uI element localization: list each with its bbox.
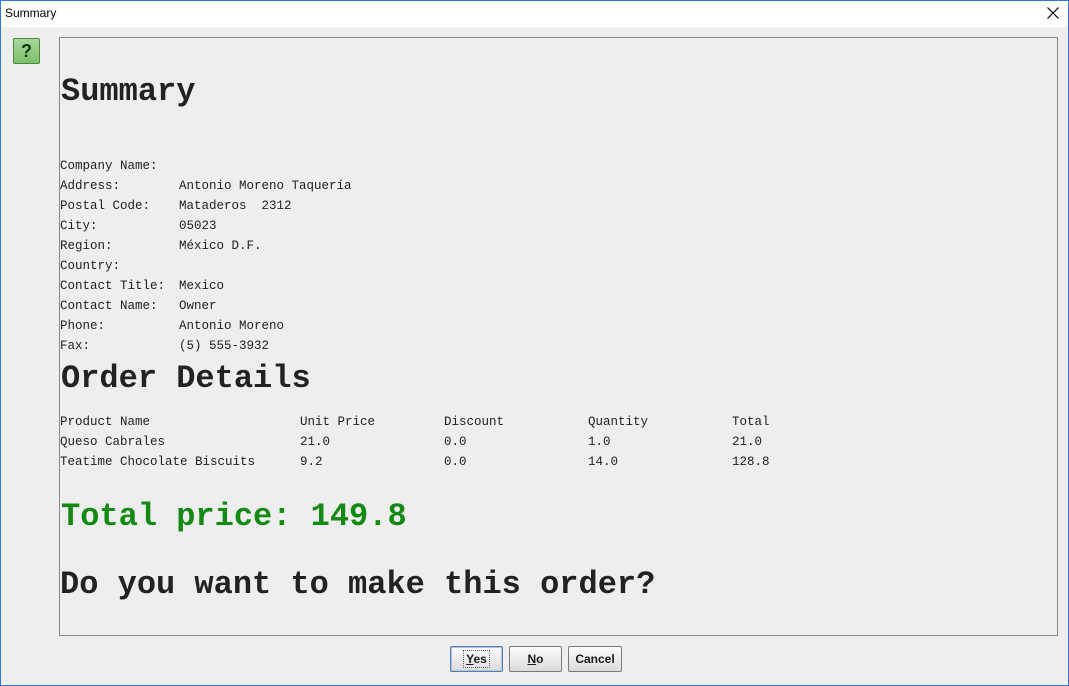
title-bar: Summary <box>1 1 1068 27</box>
info-row-company: Company Name: Antonio Moreno Taquería <box>60 136 352 193</box>
unit-price-cell: 21.0 <box>300 435 331 449</box>
info-row-phone: Phone: (5) 555-3932 <box>60 296 269 353</box>
table-row: Teatime Chocolate Biscuits 9.2 0.0 14.0 … <box>60 452 860 472</box>
cancel-button-label: Cancel <box>575 652 615 666</box>
customer-info: Company Name: Antonio Moreno Taquería Ad… <box>60 136 352 353</box>
order-details-heading: Order Details <box>61 360 311 397</box>
order-table-header: Product Name Unit Price Discount Quantit… <box>60 412 860 432</box>
summary-heading: Summary <box>61 73 196 110</box>
summary-content-panel: Summary Company Name: Antonio Moreno Taq… <box>59 37 1058 636</box>
info-value: Antonio Moreno Taquería <box>179 179 352 193</box>
info-value: (5) 555-3932 <box>179 339 270 353</box>
column-header: Product Name <box>60 415 151 429</box>
info-row-contact-name: Contact Name: Antonio Moreno <box>60 276 284 333</box>
info-value: Mataderos 2312 <box>179 199 292 213</box>
total-cell: 128.8 <box>732 455 770 469</box>
summary-dialog: Summary ? Summary Company Name: Antonio … <box>0 0 1069 686</box>
info-value: 05023 <box>179 219 217 233</box>
info-row-contact-title: Contact Title: Owner <box>60 256 217 313</box>
unit-price-cell: 9.2 <box>300 455 323 469</box>
info-row-fax: Fax: <box>60 316 120 353</box>
cancel-button[interactable]: Cancel <box>568 646 622 672</box>
column-header: Quantity <box>588 415 649 429</box>
info-row-city: City: México D.F. <box>60 196 262 253</box>
discount-cell: 0.0 <box>444 435 467 449</box>
close-button[interactable] <box>1038 1 1068 27</box>
info-row-address: Address: Mataderos 2312 <box>60 156 292 213</box>
order-table: Product Name Unit Price Discount Quantit… <box>60 412 860 472</box>
quantity-cell: 1.0 <box>588 435 611 449</box>
product-name-cell: Teatime Chocolate Biscuits <box>60 455 256 469</box>
window-title: Summary <box>5 6 57 20</box>
column-header: Total <box>732 415 770 429</box>
total-cell: 21.0 <box>732 435 763 449</box>
info-value: Owner <box>179 299 217 313</box>
column-header: Unit Price <box>300 415 376 429</box>
close-icon <box>1047 7 1059 19</box>
help-icon: ? <box>13 38 40 64</box>
yes-button-label: Yes <box>463 650 490 668</box>
quantity-cell: 14.0 <box>588 455 619 469</box>
discount-cell: 0.0 <box>444 455 467 469</box>
info-value: Mexico <box>179 279 225 293</box>
info-row-country: Country: Mexico <box>60 236 224 293</box>
yes-button[interactable]: Yes <box>450 646 503 672</box>
table-row: Queso Cabrales 21.0 0.0 1.0 21.0 <box>60 432 860 452</box>
no-button[interactable]: No <box>509 646 562 672</box>
total-price: Total price: 149.8 <box>61 498 407 535</box>
info-label: Fax: <box>60 339 91 353</box>
info-row-region: Region: <box>60 216 120 253</box>
no-button-label: No <box>527 652 544 666</box>
info-value: Antonio Moreno <box>179 319 285 333</box>
info-row-postal-code: Postal Code: 05023 <box>60 176 217 233</box>
product-name-cell: Queso Cabrales <box>60 435 166 449</box>
confirm-question: Do you want to make this order? <box>60 566 656 603</box>
column-header: Discount <box>444 415 505 429</box>
info-value: México D.F. <box>179 239 262 253</box>
